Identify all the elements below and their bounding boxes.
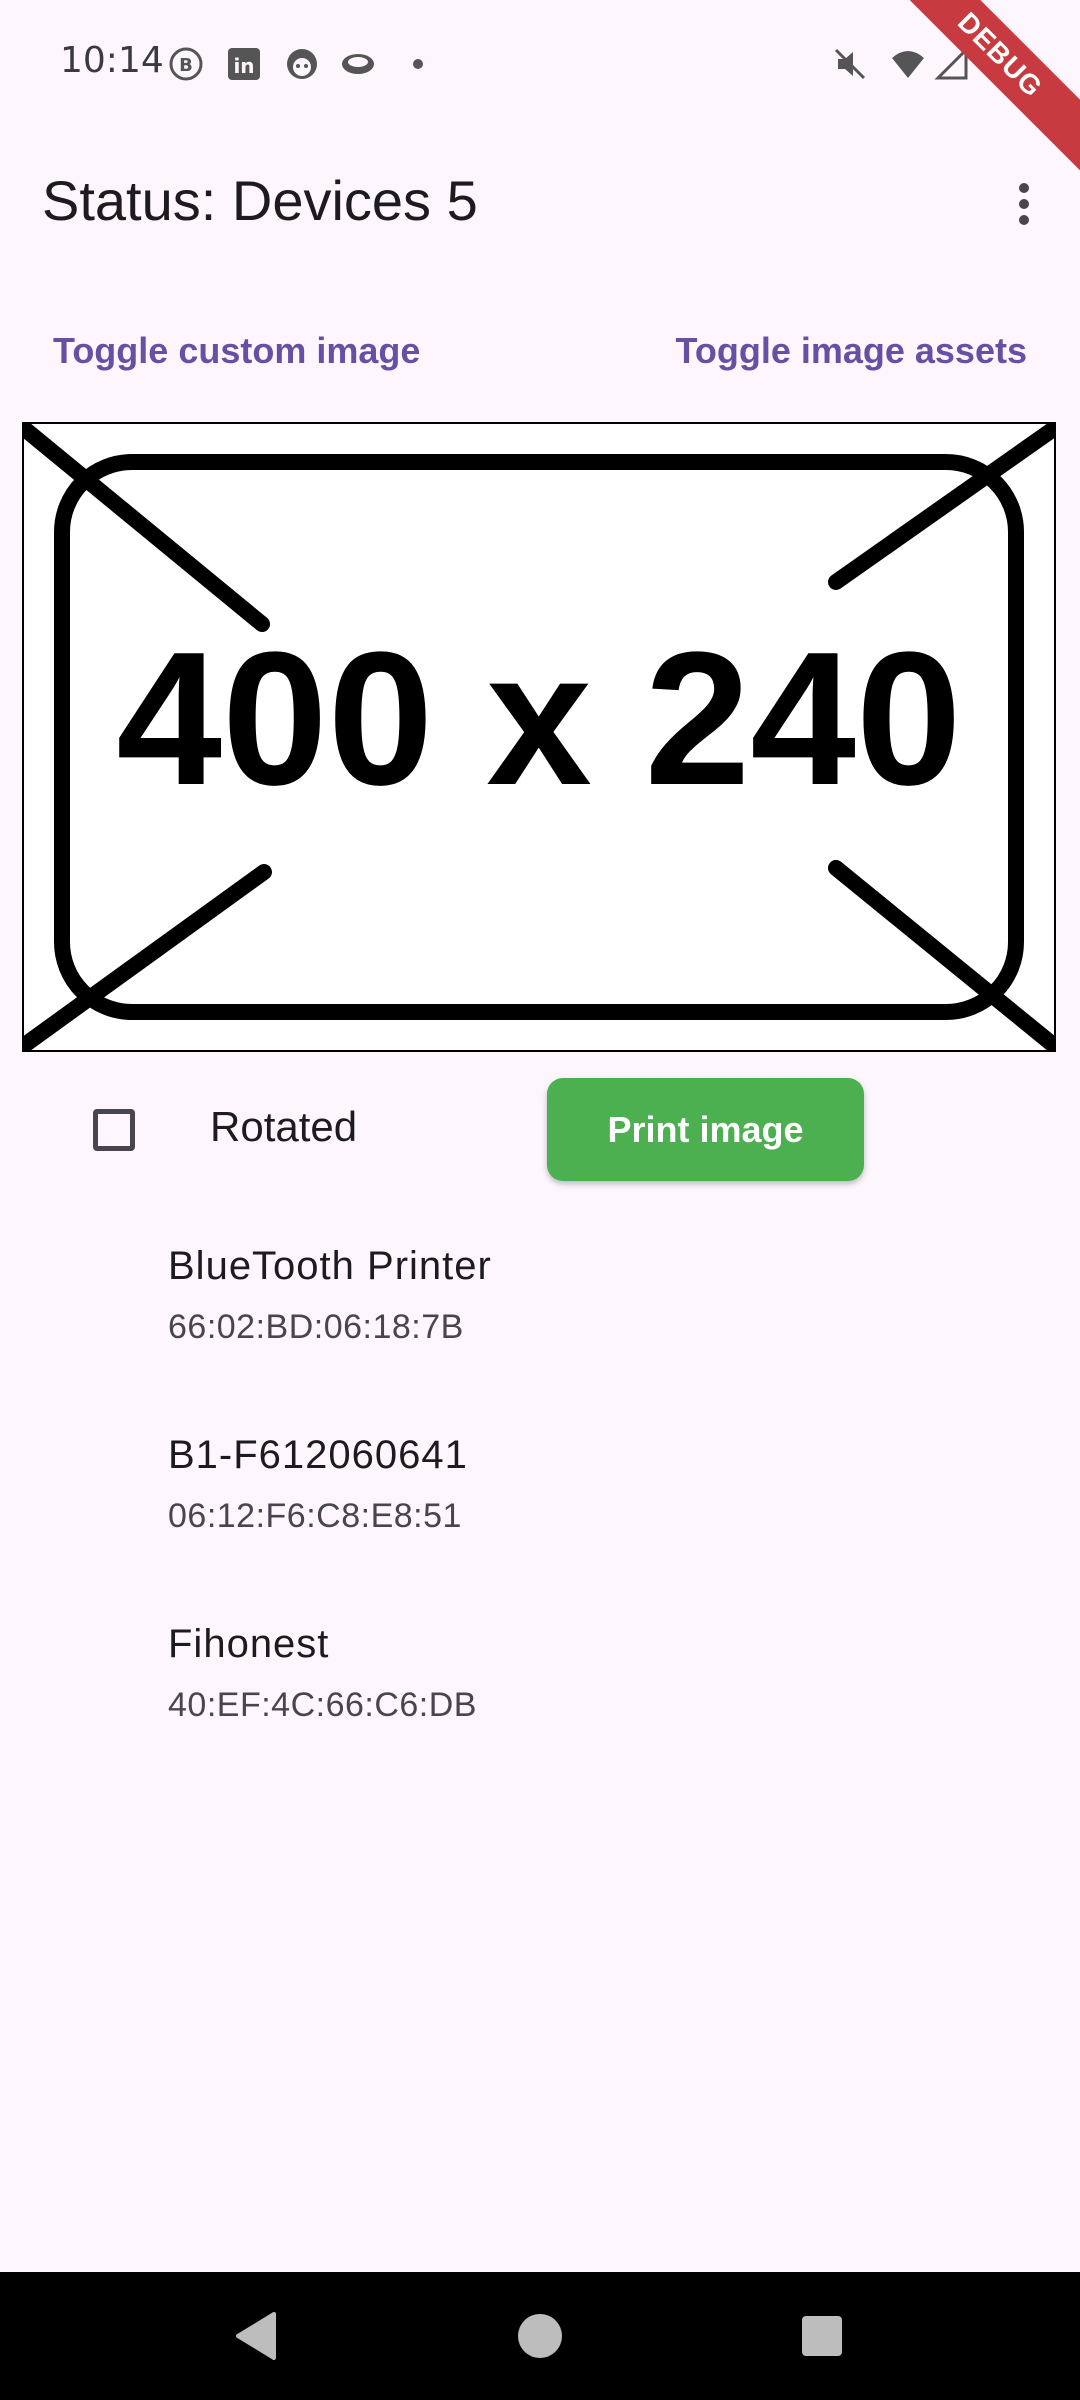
device-address: 06:12:F6:C8:E8:51 [168, 1497, 462, 1535]
status-time: 10:14 [60, 40, 164, 81]
placeholder-image: 400 x 240 [18, 422, 1060, 1052]
list-item[interactable]: B1-F612060641 06:12:F6:C8:E8:51 [0, 1419, 1080, 1608]
linkedin-icon: in [228, 48, 260, 80]
print-image-button[interactable]: Print image [547, 1078, 864, 1181]
page-title: Status: Devices 5 [42, 169, 478, 232]
system-nav-bar [0, 2272, 1080, 2400]
dot-icon [413, 59, 423, 69]
list-item[interactable]: Fihonest 40:EF:4C:66:C6:DB [0, 1608, 1080, 1797]
mute-icon [834, 48, 866, 80]
toggle-image-assets-button[interactable]: Toggle image assets [676, 330, 1027, 372]
wifi-icon [892, 51, 924, 78]
rotated-checkbox[interactable] [93, 1109, 135, 1151]
image-preview: 400 x 240 [18, 422, 1060, 1052]
back-icon[interactable] [224, 2304, 288, 2368]
device-address: 40:EF:4C:66:C6:DB [168, 1686, 477, 1724]
home-icon[interactable] [508, 2304, 572, 2368]
svg-text:B: B [179, 55, 193, 76]
device-name: B1-F612060641 [168, 1433, 468, 1477]
controls-row: Rotated Print image [0, 1075, 1080, 1185]
device-name: Fihonest [168, 1622, 330, 1666]
app-bar: Status: Devices 5 [0, 140, 1080, 260]
svg-text:in: in [233, 54, 254, 78]
toggle-row: Toggle custom image Toggle image assets [0, 330, 1080, 390]
status-bar: 10:14 B in DEBUG [0, 0, 1080, 179]
face-icon [287, 49, 317, 79]
device-name: BlueTooth Printer [168, 1244, 492, 1288]
placeholder-label: 400 x 240 [116, 613, 961, 825]
device-list: BlueTooth Printer 66:02:BD:06:18:7B B1-F… [0, 1230, 1080, 1797]
device-address: 66:02:BD:06:18:7B [168, 1308, 464, 1346]
b-badge-icon: B [169, 47, 203, 81]
rotated-label: Rotated [210, 1103, 358, 1150]
toggle-custom-image-button[interactable]: Toggle custom image [53, 330, 420, 372]
recents-icon[interactable] [790, 2304, 854, 2368]
eye-icon [342, 54, 374, 74]
list-item[interactable]: BlueTooth Printer 66:02:BD:06:18:7B [0, 1230, 1080, 1419]
more-vert-icon[interactable] [996, 176, 1052, 232]
